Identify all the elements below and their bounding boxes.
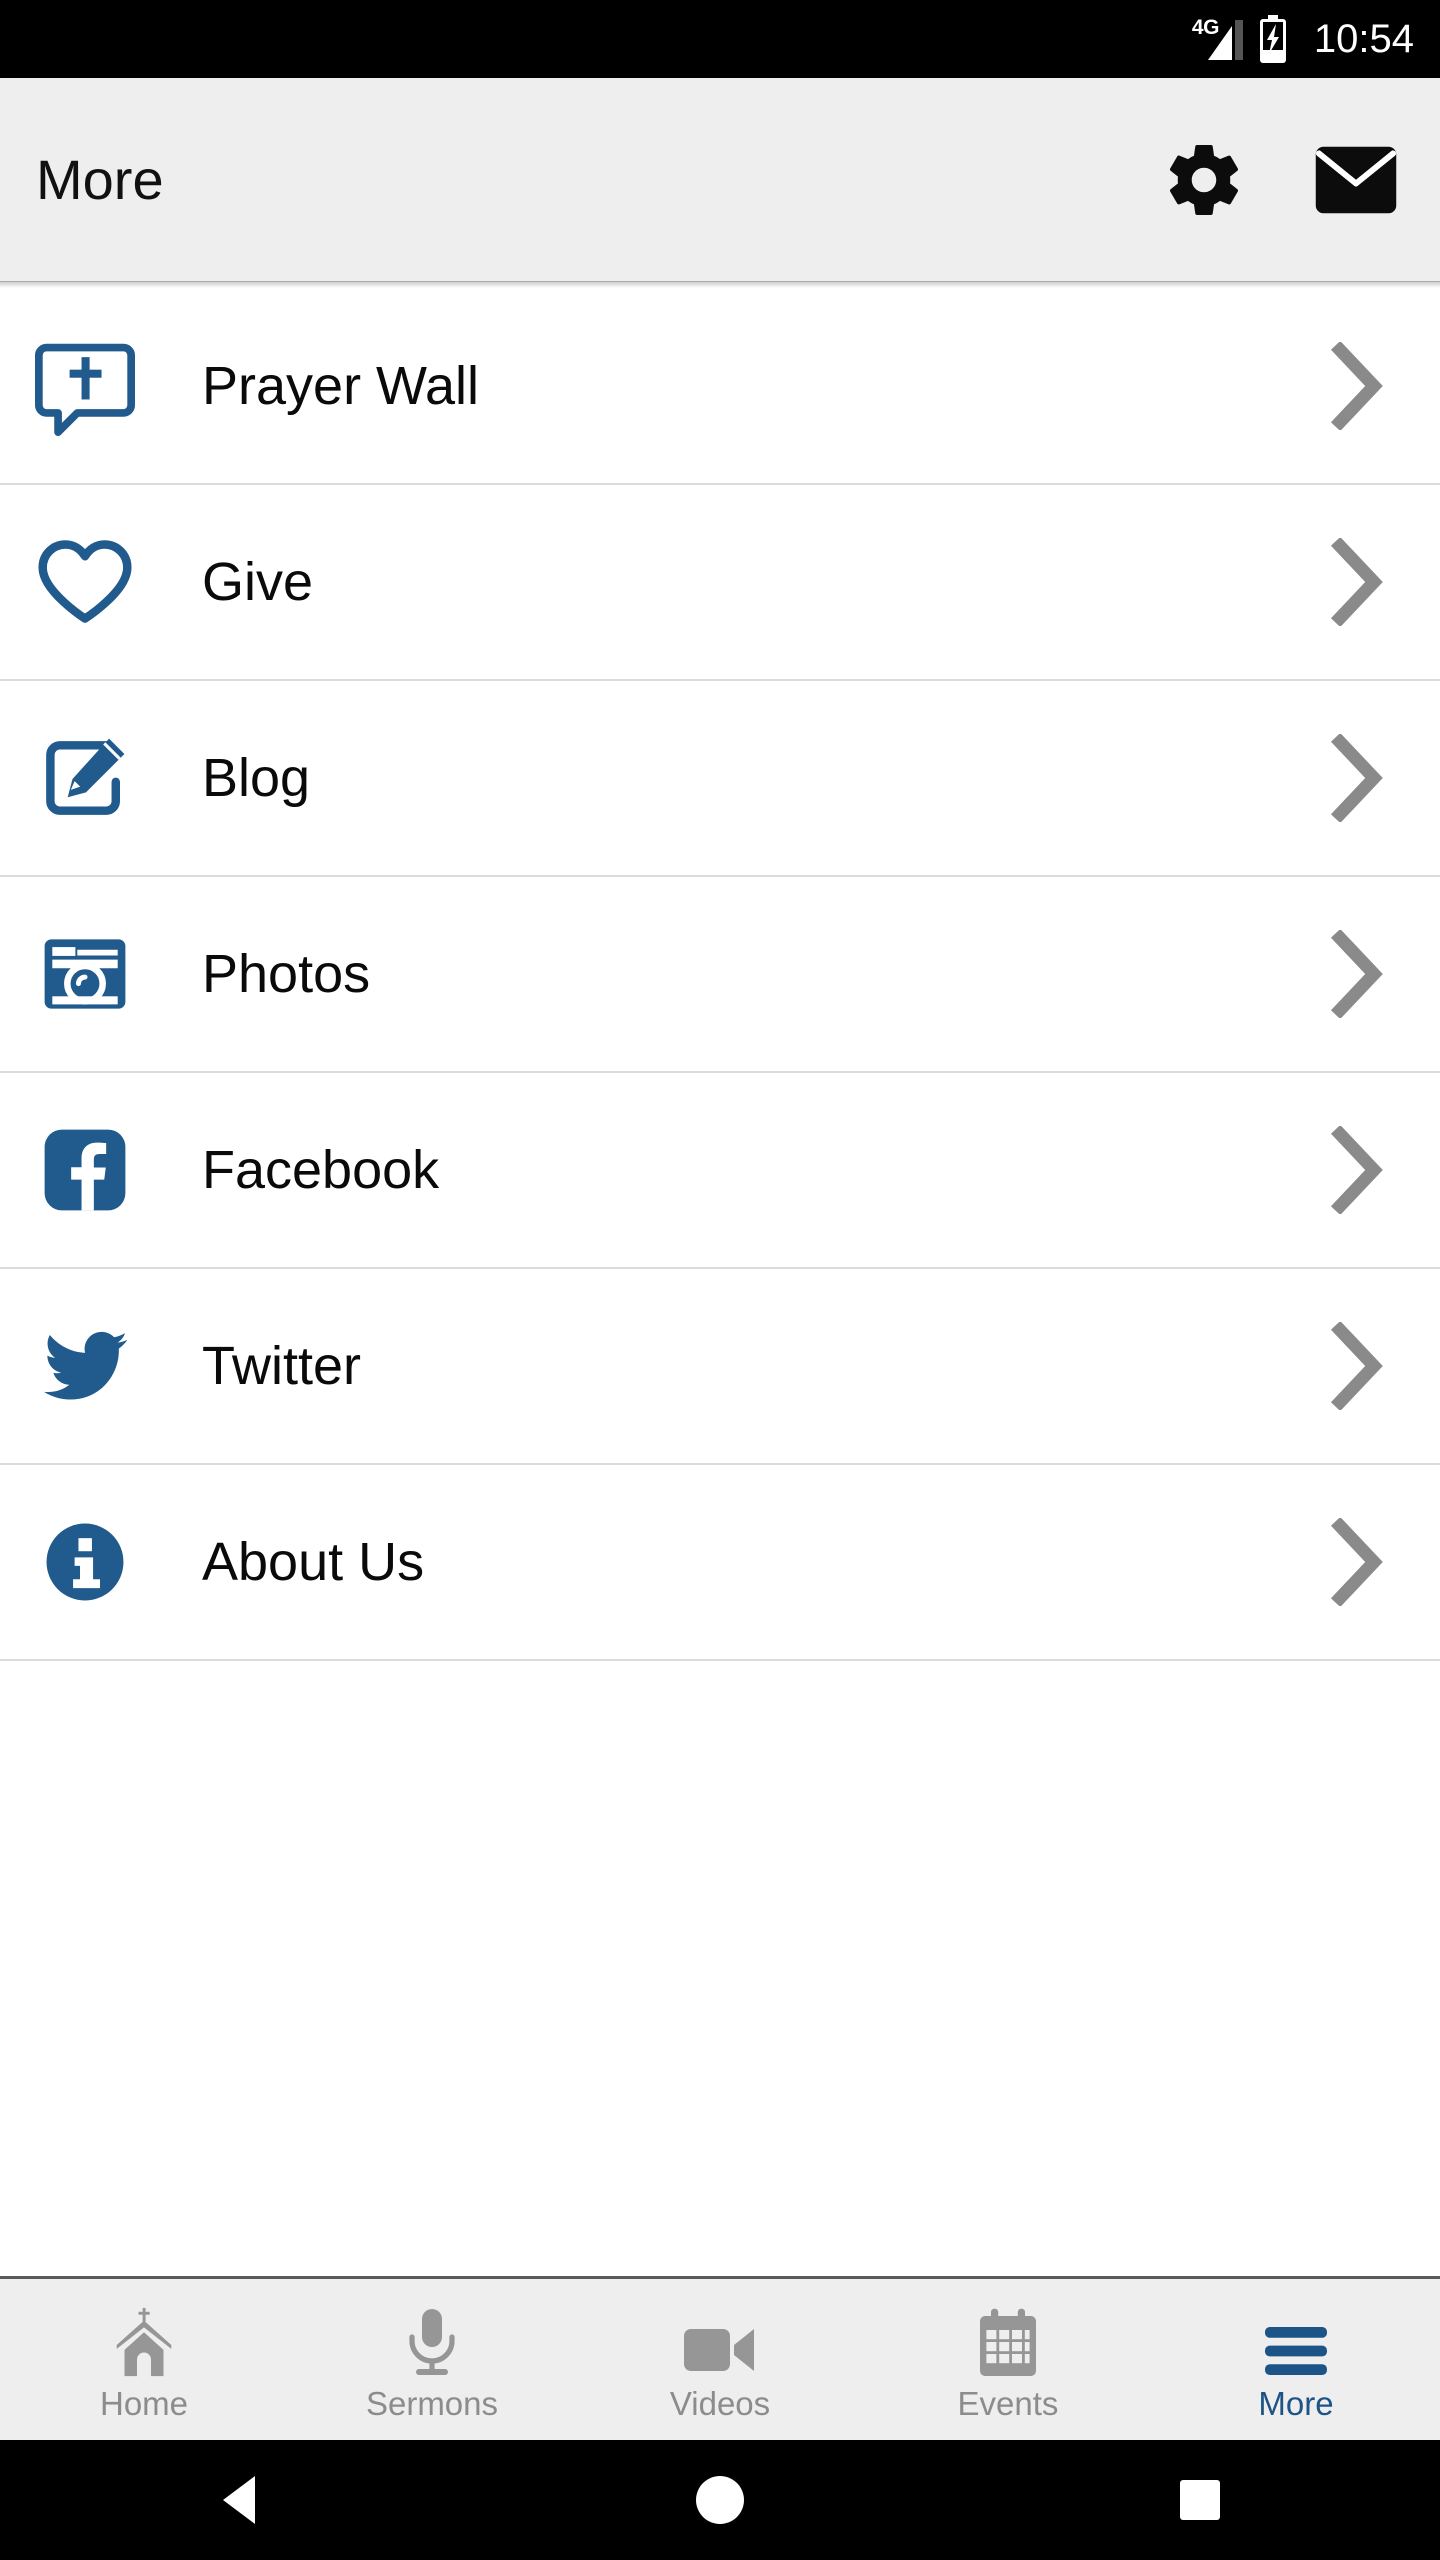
android-navigation-bar (0, 2440, 1440, 2560)
home-circle-icon (696, 2476, 744, 2524)
list-item-twitter[interactable]: Twitter (0, 1269, 1440, 1465)
list-item-label: Give (202, 552, 314, 612)
signal-triangle-icon (1207, 20, 1243, 60)
tab-events[interactable]: Events (864, 2279, 1152, 2440)
chevron-right-icon (1330, 1126, 1386, 1214)
bottom-tab-bar: Home Sermons Videos Events More (0, 2276, 1440, 2440)
list-item-prayer-wall[interactable]: Prayer Wall (0, 289, 1440, 485)
info-circle-icon (30, 1512, 140, 1612)
more-menu-list: Prayer Wall Give Blog Photos Facebook Tw… (0, 289, 1440, 1661)
battery-charging-icon (1259, 15, 1286, 63)
header-actions (1162, 138, 1398, 222)
recents-square-icon (1180, 2480, 1220, 2520)
chevron-right-icon (1330, 538, 1386, 626)
envelope-icon (1315, 146, 1397, 213)
list-item-about-us[interactable]: About Us (0, 1465, 1440, 1661)
list-item-facebook[interactable]: Facebook (0, 1073, 1440, 1269)
app-header: More (0, 78, 1440, 288)
tab-videos[interactable]: Videos (576, 2279, 864, 2440)
list-item-label: Blog (202, 748, 311, 808)
list-item-blog[interactable]: Blog (0, 681, 1440, 877)
chevron-right-icon (1330, 734, 1386, 822)
calendar-icon (976, 2307, 1040, 2379)
tab-sermons[interactable]: Sermons (288, 2279, 576, 2440)
tab-more[interactable]: More (1152, 2279, 1440, 2440)
signal-bars-icon: 4G (1192, 16, 1244, 62)
recents-button[interactable] (960, 2477, 1440, 2523)
mail-button[interactable] (1314, 138, 1398, 222)
status-bar-icons: 4G 10:54 (1192, 15, 1414, 63)
app-screen: 4G 10:54 More Prayer Wall Give Blog Phot… (0, 0, 1440, 2560)
status-bar: 4G 10:54 (0, 0, 1440, 78)
twitter-bird-icon (30, 1316, 140, 1416)
list-item-photos[interactable]: Photos (0, 877, 1440, 1073)
hamburger-menu-icon (1263, 2307, 1329, 2379)
page-title: More (36, 148, 164, 211)
list-item-label: Photos (202, 944, 371, 1004)
microphone-icon (402, 2307, 462, 2379)
gear-icon (1169, 144, 1239, 215)
tab-label: More (1258, 2384, 1334, 2422)
prayer-bubble-cross-icon (30, 336, 140, 436)
chevron-right-icon (1330, 1322, 1386, 1410)
list-item-label: Prayer Wall (202, 356, 480, 416)
pencil-edit-square-icon (30, 728, 140, 828)
tab-label: Home (99, 2384, 189, 2422)
back-triangle-icon (223, 2476, 255, 2524)
chevron-right-icon (1330, 342, 1386, 430)
tab-home[interactable]: Home (0, 2279, 288, 2440)
list-item-label: Twitter (202, 1336, 362, 1396)
heart-icon (30, 532, 140, 632)
settings-button[interactable] (1162, 138, 1246, 222)
list-item-label: About Us (202, 1532, 425, 1592)
home-button[interactable] (480, 2473, 960, 2527)
list-item-label: Facebook (202, 1140, 440, 1200)
clock: 10:54 (1313, 16, 1414, 61)
video-camera-icon (682, 2307, 758, 2379)
list-item-give[interactable]: Give (0, 485, 1440, 681)
tab-label: Events (957, 2384, 1059, 2422)
tab-label: Videos (669, 2384, 771, 2422)
tab-label: Sermons (365, 2384, 499, 2422)
chevron-right-icon (1330, 1518, 1386, 1606)
facebook-icon (30, 1120, 140, 1220)
back-button[interactable] (0, 2474, 480, 2526)
chevron-right-icon (1330, 930, 1386, 1018)
church-icon (105, 2307, 183, 2379)
camera-icon (30, 924, 140, 1024)
